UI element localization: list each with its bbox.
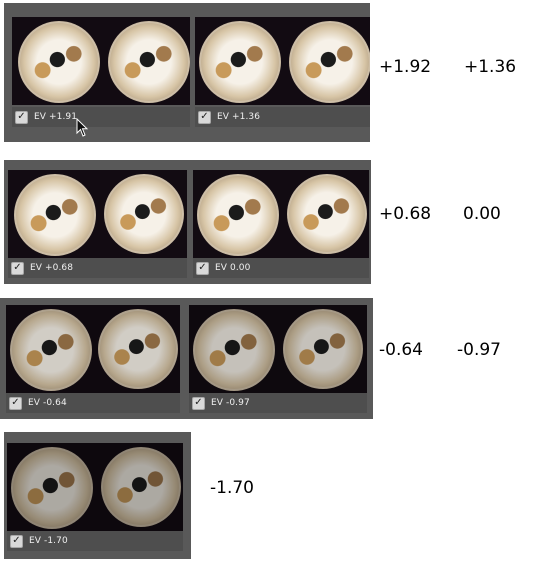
ev-label: EV +1.91 xyxy=(34,112,78,122)
fisheye-right xyxy=(108,21,190,103)
ev-value-5: -0.64 xyxy=(379,340,423,360)
fisheye-left xyxy=(18,21,100,103)
bracket-panel-4: ✓ EV -1.70 xyxy=(4,432,191,559)
bracket-panel-2: ✓ EV +0.68 ✓ EV 0.00 xyxy=(4,160,371,284)
thumbnail-label-bar: ✓ EV +0.68 xyxy=(8,258,187,278)
thumbnail-label-bar: ✓ EV +1.36 xyxy=(195,107,370,127)
fisheye-left xyxy=(14,174,96,256)
ev-label: EV -0.97 xyxy=(211,398,250,408)
fisheye-image xyxy=(8,170,187,258)
fisheye-left xyxy=(193,309,275,391)
ev-label: EV +0.68 xyxy=(30,263,74,273)
ev-value-6: -0.97 xyxy=(457,340,501,360)
thumbnail-ev-5[interactable]: ✓ EV -0.64 xyxy=(6,305,180,413)
thumbnail-label-bar: ✓ EV 0.00 xyxy=(193,258,369,278)
include-checkbox[interactable]: ✓ xyxy=(196,261,209,275)
ev-label: EV -0.64 xyxy=(28,398,67,408)
fisheye-left xyxy=(11,447,93,529)
fisheye-image xyxy=(193,170,369,258)
thumbnail-label-bar: ✓ EV -0.64 xyxy=(6,393,180,413)
fisheye-right xyxy=(283,309,363,389)
mouse-cursor-icon xyxy=(76,118,88,137)
ev-value-7: -1.70 xyxy=(210,478,254,498)
thumbnail-label-bar: ✓ EV +1.91 xyxy=(12,107,190,127)
fisheye-image xyxy=(195,17,370,105)
include-checkbox[interactable]: ✓ xyxy=(11,261,24,275)
fisheye-right xyxy=(98,309,178,389)
include-checkbox[interactable]: ✓ xyxy=(10,534,23,548)
fisheye-image xyxy=(7,443,183,531)
fisheye-image xyxy=(189,305,367,393)
fisheye-right xyxy=(101,447,181,527)
fisheye-left xyxy=(197,174,279,256)
bracket-panel-1: ✓ EV +1.91 ✓ EV +1.36 xyxy=(4,3,370,142)
include-checkbox[interactable]: ✓ xyxy=(192,396,205,410)
thumbnail-label-bar: ✓ EV -1.70 xyxy=(7,531,183,551)
fisheye-left xyxy=(10,309,92,391)
thumbnail-ev-1[interactable]: ✓ EV +1.91 xyxy=(12,17,190,127)
thumbnail-ev-7[interactable]: ✓ EV -1.70 xyxy=(7,443,183,551)
fisheye-right xyxy=(104,174,184,254)
bracket-panel-3: ✓ EV -0.64 ✓ EV -0.97 xyxy=(0,298,373,419)
ev-label: EV 0.00 xyxy=(215,263,251,273)
ev-value-1: +1.92 xyxy=(379,57,432,77)
ev-value-2: +1.36 xyxy=(464,57,517,77)
ev-value-4: 0.00 xyxy=(463,204,501,224)
fisheye-image xyxy=(6,305,180,393)
include-checkbox[interactable]: ✓ xyxy=(198,110,211,124)
include-checkbox[interactable]: ✓ xyxy=(9,396,22,410)
ev-label: EV -1.70 xyxy=(29,536,68,546)
fisheye-right xyxy=(287,174,367,254)
thumbnail-ev-2[interactable]: ✓ EV +1.36 xyxy=(195,17,370,127)
ev-label: EV +1.36 xyxy=(217,112,261,122)
thumbnail-ev-4[interactable]: ✓ EV 0.00 xyxy=(193,170,369,278)
fisheye-right xyxy=(289,21,370,103)
fisheye-left xyxy=(199,21,281,103)
thumbnail-ev-6[interactable]: ✓ EV -0.97 xyxy=(189,305,367,413)
ev-value-3: +0.68 xyxy=(379,204,432,224)
thumbnail-label-bar: ✓ EV -0.97 xyxy=(189,393,367,413)
fisheye-image xyxy=(12,17,190,105)
include-checkbox[interactable]: ✓ xyxy=(15,110,28,124)
thumbnail-ev-3[interactable]: ✓ EV +0.68 xyxy=(8,170,187,278)
